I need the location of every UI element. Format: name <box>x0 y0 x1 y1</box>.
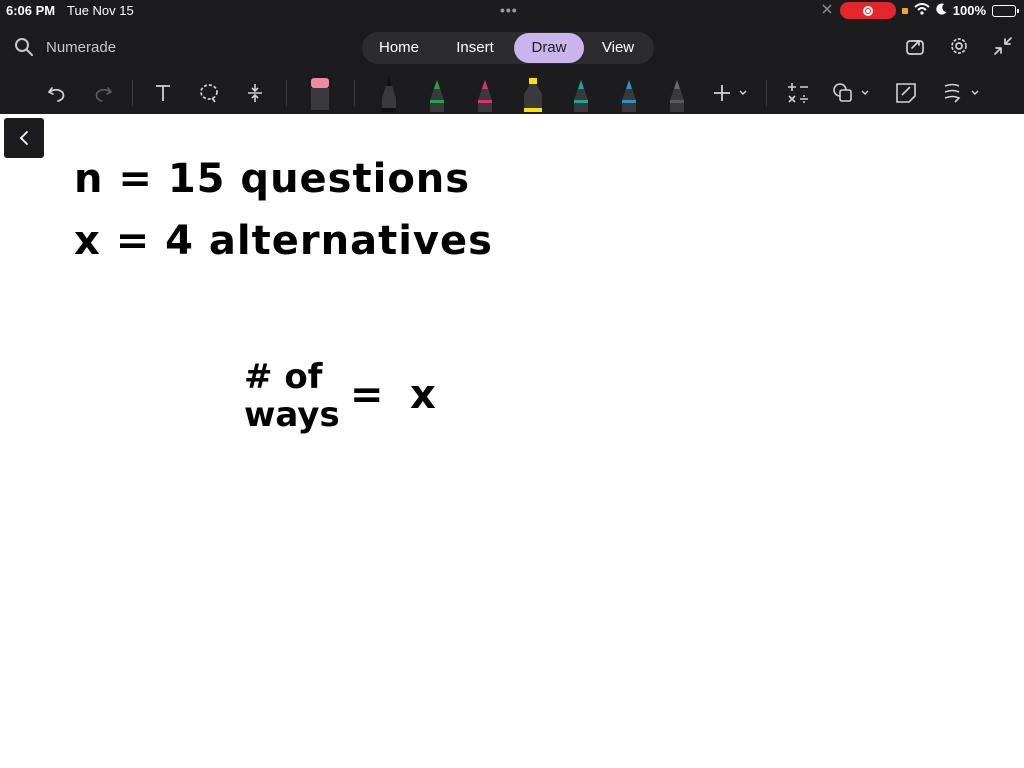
status-indicators: 100% <box>820 2 1019 19</box>
pen-black-icon[interactable] <box>374 72 404 114</box>
app-header: Numerade Home Insert Draw View <box>0 22 1024 72</box>
mic-in-use-dot <box>901 7 908 14</box>
handwritten-line-n: n = 15 questions <box>74 156 471 202</box>
math-icon[interactable] <box>784 72 812 114</box>
battery-icon <box>992 4 1019 17</box>
space-insert-icon[interactable] <box>242 72 268 114</box>
text-tool-icon[interactable] <box>150 72 176 114</box>
shapes-icon[interactable] <box>830 72 874 114</box>
record-icon <box>862 5 873 16</box>
sticky-note-icon[interactable] <box>892 72 920 114</box>
moon-icon <box>936 3 947 18</box>
draw-toolbar <box>0 72 1024 114</box>
status-date: Tue Nov 15 <box>67 3 134 18</box>
pen-green-icon[interactable] <box>422 72 452 114</box>
header-actions <box>904 35 1014 62</box>
battery-percent: 100% <box>952 3 986 18</box>
chevron-left-icon <box>19 131 28 145</box>
tab-draw[interactable]: Draw <box>514 33 584 63</box>
ink-settings-icon[interactable] <box>940 72 984 114</box>
search-icon <box>15 38 33 56</box>
highlighter-yellow-icon[interactable] <box>518 72 548 114</box>
tab-insert[interactable]: Insert <box>436 33 514 63</box>
pen-gray-icon[interactable] <box>662 72 692 114</box>
status-time: 6:06 PM <box>6 3 56 18</box>
ribbon-tabs: Home Insert Draw View <box>362 32 654 64</box>
tab-home[interactable]: Home <box>362 33 436 63</box>
handwritten-hash-of: # of <box>244 357 323 397</box>
multitasking-dots[interactable]: ••• <box>500 2 518 18</box>
toolbar-divider <box>132 80 133 106</box>
toolbar-divider <box>766 80 767 106</box>
handwritten-x: x <box>410 372 436 418</box>
handwritten-line-x: x = 4 alternatives <box>74 218 493 264</box>
handwritten-equals: = <box>350 372 384 418</box>
handwritten-ways: ways <box>244 395 340 435</box>
pen-teal-icon[interactable] <box>566 72 596 114</box>
eraser-icon[interactable] <box>306 72 334 114</box>
redo-icon[interactable] <box>90 72 116 114</box>
lasso-icon[interactable] <box>196 72 222 114</box>
status-bar: 6:06 PM Tue Nov 15 ••• 100% <box>0 0 1024 22</box>
recording-indicator[interactable] <box>839 2 896 19</box>
wifi-icon <box>914 3 930 18</box>
toolbar-divider <box>354 80 355 106</box>
collapse-icon[interactable] <box>992 35 1014 62</box>
add-pen-icon[interactable] <box>708 72 752 114</box>
tab-view[interactable]: View <box>584 33 652 63</box>
back-button[interactable] <box>4 118 44 158</box>
undo-icon[interactable] <box>44 72 70 114</box>
gear-icon[interactable] <box>948 35 970 62</box>
toolbar-divider <box>286 80 287 106</box>
search-area[interactable]: Numerade <box>14 37 116 57</box>
pen-blue-icon[interactable] <box>614 72 644 114</box>
notebook-title: Numerade <box>46 38 117 56</box>
note-canvas[interactable]: n = 15 questions x = 4 alternatives # of… <box>0 114 1024 768</box>
pen-pink-icon[interactable] <box>470 72 500 114</box>
screen-mirror-icon <box>820 3 834 18</box>
share-icon[interactable] <box>904 35 926 62</box>
